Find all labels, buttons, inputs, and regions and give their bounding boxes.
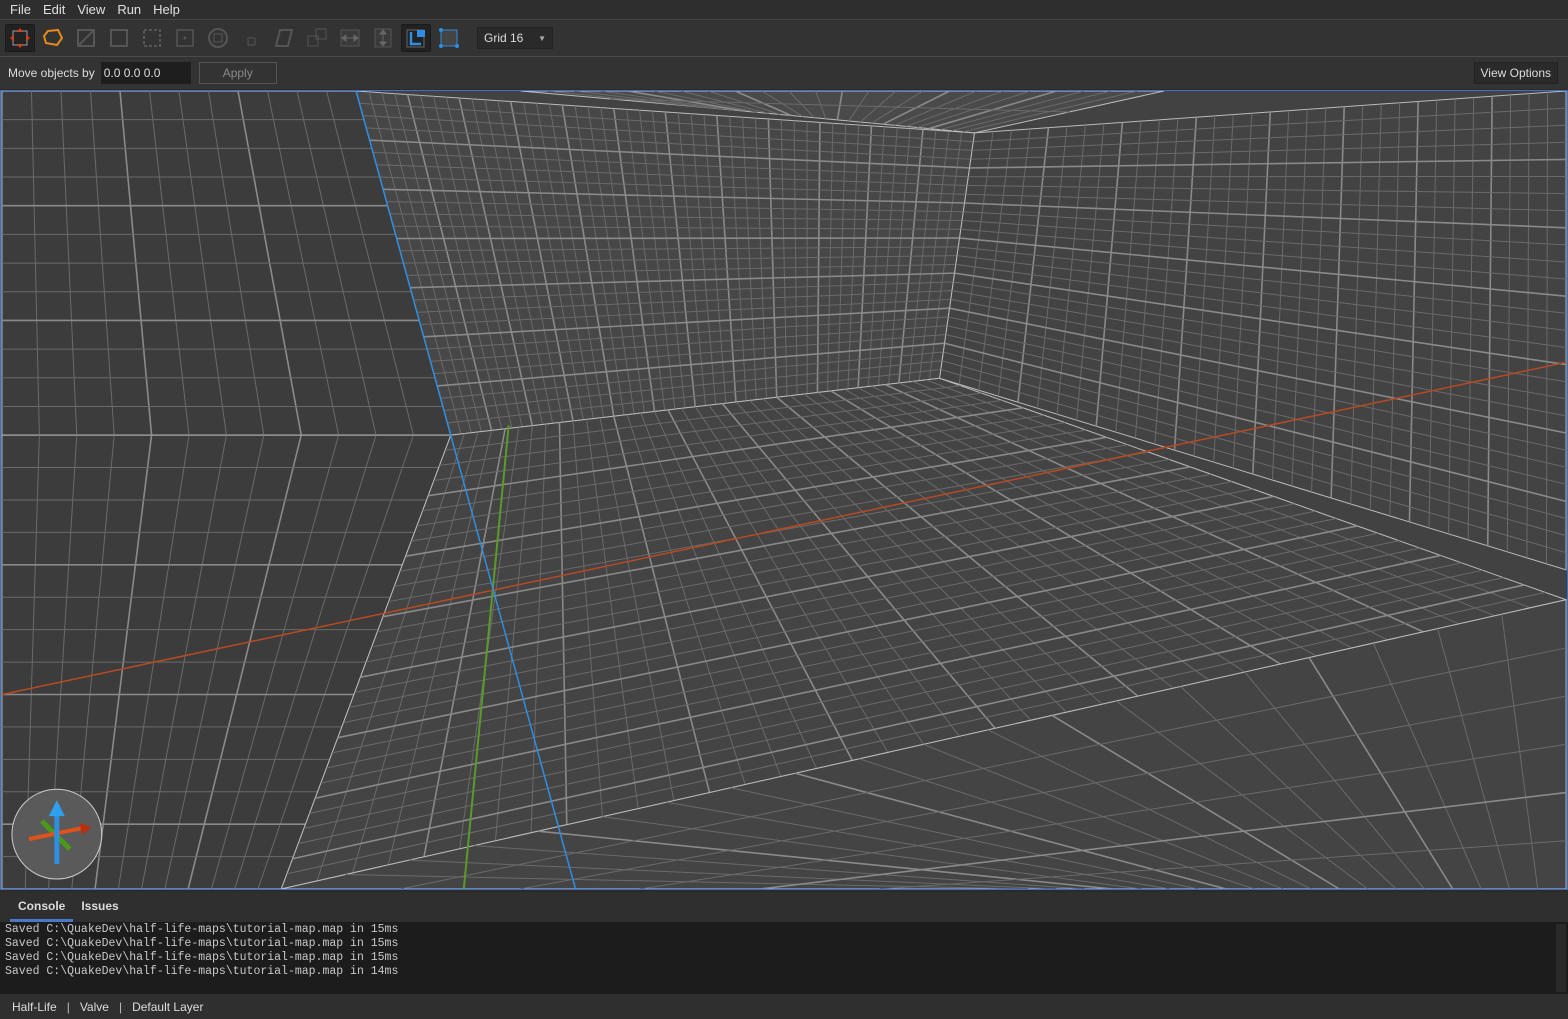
vertex-tool-icon — [110, 29, 128, 47]
rotate-tool-button[interactable] — [203, 24, 233, 52]
shear-tool-button[interactable] — [269, 24, 299, 52]
face-tool-icon — [176, 29, 194, 47]
menu-run[interactable]: Run — [111, 2, 147, 17]
texture-lock-button[interactable] — [401, 24, 431, 52]
scale-tool-button[interactable] — [236, 24, 266, 52]
tab-console[interactable]: Console — [10, 899, 74, 922]
view-options-button[interactable]: View Options — [1473, 62, 1558, 84]
menu-file[interactable]: File — [4, 2, 37, 17]
menu-help[interactable]: Help — [147, 2, 186, 17]
console-output: Saved C:\QuakeDev\half-life-maps\tutoria… — [0, 922, 1568, 994]
shear-tool-icon — [274, 29, 294, 47]
console-line: Saved C:\QuakeDev\half-life-maps\tutoria… — [5, 951, 399, 964]
move-tool-icon — [10, 28, 30, 48]
clip-tool-icon — [77, 29, 95, 47]
status-layer: Default Layer — [132, 999, 204, 1014]
flip-horizontal-icon — [340, 29, 360, 47]
flip-vertical-button[interactable] — [368, 24, 398, 52]
flip-vertical-icon — [374, 28, 392, 48]
menu-edit[interactable]: Edit — [37, 2, 71, 17]
console-line: Saved C:\QuakeDev\half-life-maps\tutoria… — [5, 965, 399, 978]
3d-viewport[interactable] — [0, 90, 1568, 890]
console-line: Saved C:\QuakeDev\half-life-maps\tutoria… — [5, 923, 399, 936]
brush-tool-button[interactable] — [38, 24, 68, 52]
vertex-tool-button[interactable] — [104, 24, 134, 52]
status-bar: Half-Life | Valve | Default Layer — [0, 994, 1568, 1019]
flip-horizontal-button[interactable] — [335, 24, 365, 52]
menu-view[interactable]: View — [71, 2, 111, 17]
texture-lock-icon — [406, 29, 425, 48]
edge-tool-button[interactable] — [137, 24, 167, 52]
view-compass[interactable] — [11, 788, 103, 880]
move-objects-bar: Move objects by Apply View Options — [0, 57, 1568, 89]
uv-lock-button[interactable] — [434, 24, 464, 52]
scale-tool-icon — [247, 37, 256, 46]
move-tool-button[interactable] — [5, 24, 35, 52]
face-tool-button[interactable] — [170, 24, 200, 52]
status-game: Half-Life — [12, 999, 57, 1014]
duplicate-icon — [307, 28, 327, 47]
tab-issues[interactable]: Issues — [73, 899, 126, 922]
menu-bar: File Edit View Run Help — [0, 0, 1568, 20]
grid-size-select[interactable]: Grid 16 ▼ — [477, 27, 553, 49]
scene — [1, 91, 1567, 889]
chevron-down-icon: ▼ — [538, 33, 546, 43]
console-scrollbar[interactable] — [1556, 924, 1566, 992]
clip-tool-button[interactable] — [71, 24, 101, 52]
back-wall — [355, 91, 976, 436]
uv-lock-icon — [439, 28, 459, 48]
move-objects-label: Move objects by — [8, 66, 95, 80]
brush-tool-icon — [42, 28, 64, 47]
grid-size-value: Grid 16 — [484, 31, 524, 45]
toolbar: Grid 16 ▼ — [0, 20, 1568, 57]
console-line: Saved C:\QuakeDev\half-life-maps\tutoria… — [5, 937, 399, 950]
apply-button[interactable]: Apply — [198, 62, 277, 84]
status-format: Valve — [79, 999, 109, 1014]
bottom-tabs: Console Issues — [0, 892, 1568, 922]
move-offset-input[interactable] — [100, 62, 191, 84]
duplicate-button[interactable] — [302, 24, 332, 52]
edge-tool-icon — [143, 29, 161, 47]
rotate-tool-icon — [208, 28, 228, 48]
